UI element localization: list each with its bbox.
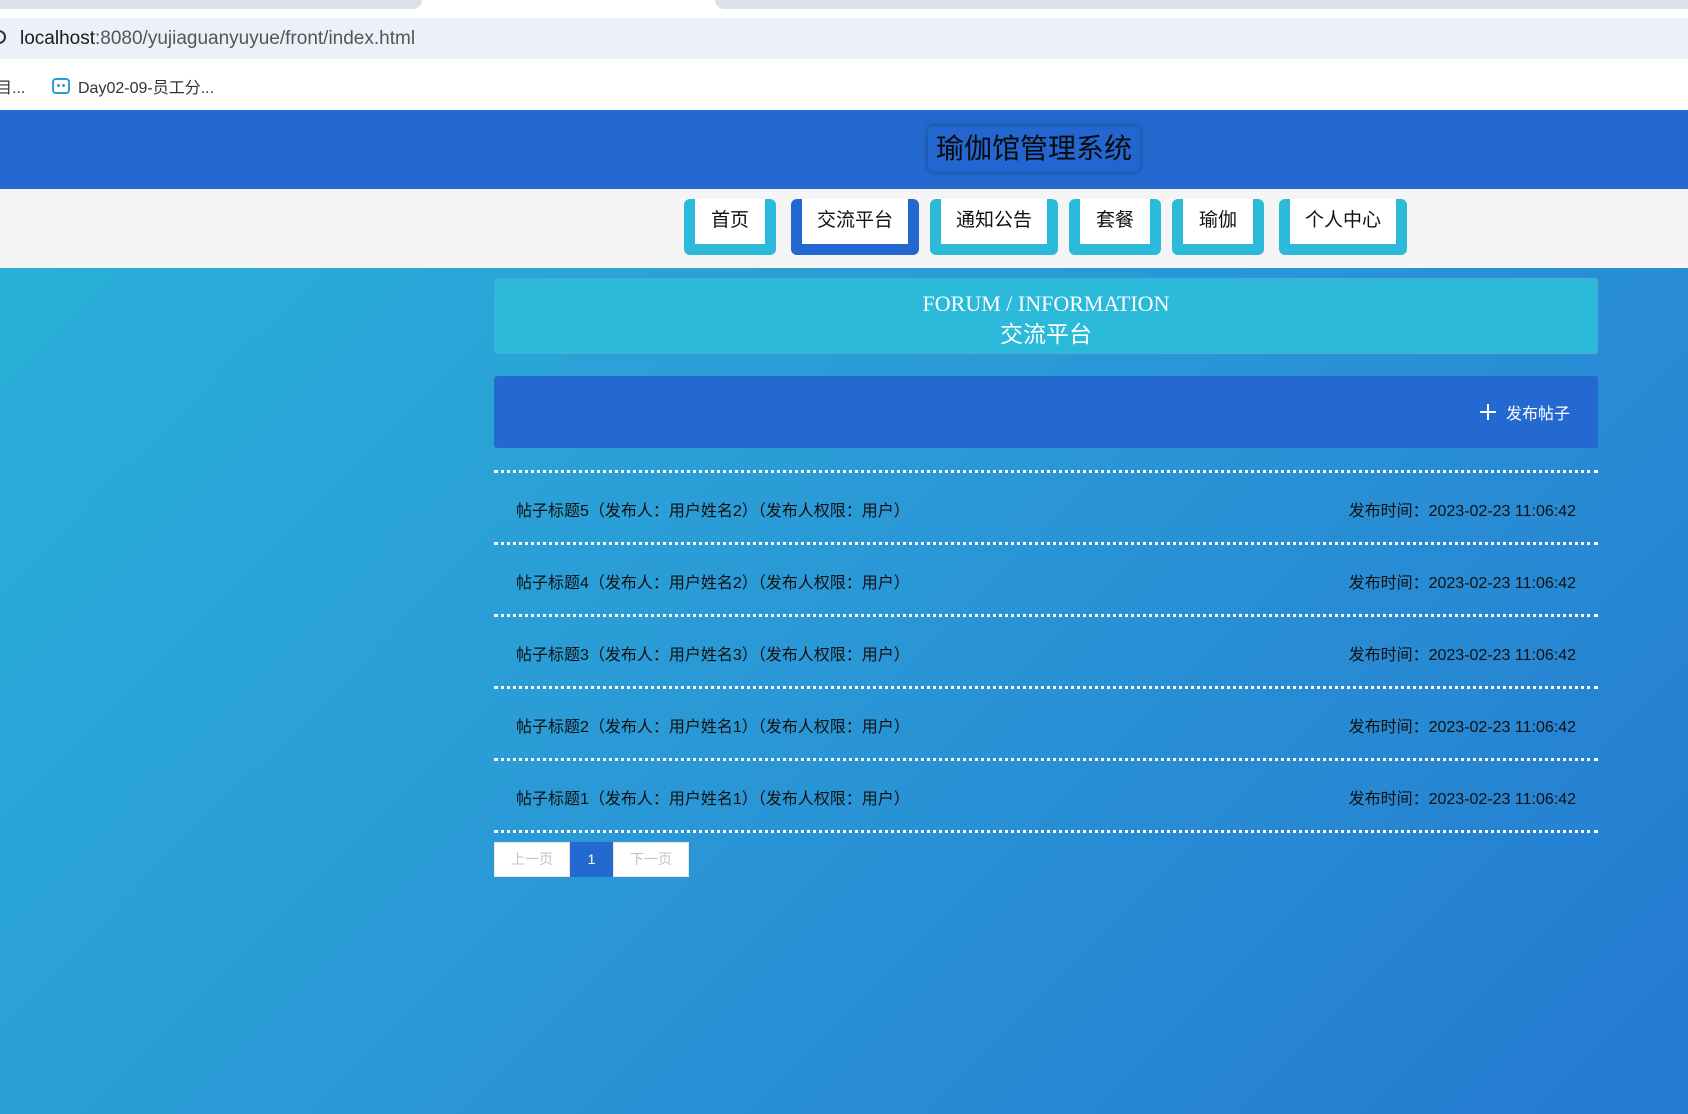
forum-title-zh: 交流平台 — [1000, 322, 1092, 347]
post-title[interactable]: 帖子标题4（发布人：用户姓名2）（发布人权限：用户） — [516, 569, 910, 593]
pagination: 上一页 1 下一页 — [494, 842, 689, 877]
post-title[interactable]: 帖子标题1（发布人：用户姓名1）（发布人权限：用户） — [516, 785, 910, 809]
forum-section-header: FORUM / INFORMATION 交流平台 — [494, 278, 1598, 354]
post-row[interactable]: 帖子标题3（发布人：用户姓名3）（发布人权限：用户） 发布时间：2023-02-… — [494, 614, 1598, 686]
forum-title-en: FORUM / INFORMATION — [922, 291, 1170, 316]
address-bar[interactable]: localhost:8080/yujiaguanyuyue/front/inde… — [0, 18, 1688, 59]
bookmark-item[interactable]: 目... — [0, 74, 25, 98]
bookmark-item[interactable]: Day02-09-员工分... — [52, 74, 214, 98]
bookmarks-bar: 目... Day02-09-员工分... — [0, 59, 1688, 110]
nav-notices[interactable]: 通知公告 — [930, 199, 1058, 255]
nav-profile[interactable]: 个人中心 — [1279, 199, 1407, 255]
nav-label: 套餐 — [1080, 199, 1150, 244]
post-row[interactable]: 帖子标题1（发布人：用户姓名1）（发布人权限：用户） 发布时间：2023-02-… — [494, 758, 1598, 833]
browser-tab[interactable] — [715, 0, 1688, 9]
forum-action-bar: 发布帖子 — [494, 376, 1598, 448]
nav-yoga[interactable]: 瑜伽 — [1172, 199, 1264, 255]
bilibili-icon — [52, 78, 70, 94]
post-time: 发布时间：2023-02-23 11:06:42 — [1348, 647, 1576, 664]
browser-tab[interactable] — [0, 0, 422, 9]
site-info-icon[interactable] — [0, 30, 6, 44]
post-time: 发布时间：2023-02-23 11:06:42 — [1348, 575, 1576, 592]
main-nav: 首页 交流平台 通知公告 套餐 瑜伽 个人中心 — [0, 189, 1688, 268]
bookmark-label: Day02-09-员工分... — [78, 80, 215, 97]
post-row[interactable]: 帖子标题4（发布人：用户姓名2）（发布人权限：用户） 发布时间：2023-02-… — [494, 542, 1598, 614]
page-content: 瑜伽馆管理系统 首页 交流平台 通知公告 套餐 瑜伽 个人中心 FORUM / … — [0, 110, 1688, 1114]
site-title: 瑜伽馆管理系统 — [928, 126, 1140, 172]
plus-icon — [1479, 404, 1496, 420]
browser-tab-strip — [0, 0, 1688, 18]
nav-packages[interactable]: 套餐 — [1069, 199, 1161, 255]
publish-post-button[interactable]: 发布帖子 — [1479, 400, 1570, 424]
nav-forum[interactable]: 交流平台 — [791, 199, 919, 255]
prev-page-button[interactable]: 上一页 — [494, 842, 570, 877]
post-list: 帖子标题5（发布人：用户姓名2）（发布人权限：用户） 发布时间：2023-02-… — [494, 470, 1598, 833]
url-host: localhost — [20, 28, 95, 49]
post-time: 发布时间：2023-02-23 11:06:42 — [1348, 719, 1576, 736]
next-page-button[interactable]: 下一页 — [613, 842, 689, 877]
post-time: 发布时间：2023-02-23 11:06:42 — [1348, 503, 1576, 520]
url-text[interactable]: localhost:8080/yujiaguanyuyue/front/inde… — [20, 28, 415, 50]
nav-label: 瑜伽 — [1183, 199, 1253, 244]
nav-label: 首页 — [695, 199, 765, 244]
url-path: :8080/yujiaguanyuyue/front/index.html — [95, 28, 416, 49]
post-row[interactable]: 帖子标题5（发布人：用户姓名2）（发布人权限：用户） 发布时间：2023-02-… — [494, 470, 1598, 542]
nav-home[interactable]: 首页 — [684, 199, 776, 255]
bookmark-label: 目... — [0, 80, 26, 97]
post-title[interactable]: 帖子标题3（发布人：用户姓名3）（发布人权限：用户） — [516, 641, 910, 665]
post-row[interactable]: 帖子标题2（发布人：用户姓名1）（发布人权限：用户） 发布时间：2023-02-… — [494, 686, 1598, 758]
post-time: 发布时间：2023-02-23 11:06:42 — [1348, 791, 1576, 808]
nav-label: 个人中心 — [1290, 199, 1396, 244]
post-title[interactable]: 帖子标题2（发布人：用户姓名1）（发布人权限：用户） — [516, 713, 910, 737]
post-title[interactable]: 帖子标题5（发布人：用户姓名2）（发布人权限：用户） — [516, 497, 910, 521]
nav-label: 交流平台 — [802, 199, 908, 244]
page-number-button[interactable]: 1 — [570, 842, 613, 877]
nav-label: 通知公告 — [941, 199, 1047, 244]
site-header: 瑜伽馆管理系统 — [0, 110, 1688, 189]
publish-post-label: 发布帖子 — [1505, 406, 1570, 423]
